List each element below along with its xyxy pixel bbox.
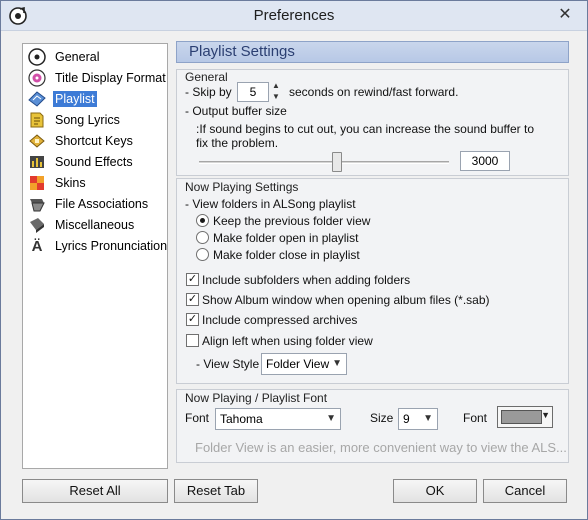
sidebar-item-label: Shortcut Keys [55,134,133,148]
sidebar-item-miscellaneous[interactable]: Miscellaneous [27,215,136,235]
sidebar-item-sound-effects[interactable]: Sound Effects [27,152,135,172]
font-size-value: 9 [403,412,410,426]
sidebar-item-label: Sound Effects [55,155,133,169]
close-button[interactable]: ✕ [553,4,577,26]
sidebar-item-lyrics-pronunciation[interactable]: Ä Lyrics Pronunciation [27,236,169,256]
chevron-down-icon: ▼ [423,413,433,424]
checkbox-align-left[interactable] [186,334,199,347]
font-preview-text: Folder View is an easier, more convenien… [195,440,567,455]
spin-up-icon[interactable]: ▲ [272,81,282,91]
skip-suffix-label: seconds on rewind/fast forward. [289,85,459,99]
radio-make-open[interactable] [196,231,209,244]
sidebar-item-label: Miscellaneous [55,218,135,232]
sidebar: General Title Display Format Playlist So… [22,43,168,469]
keyboard-icon [27,132,47,150]
playlist-icon [27,90,47,108]
page-title: Playlist Settings [189,43,295,60]
radio-make-close-label[interactable]: Make folder close in playlist [213,248,360,262]
view-folders-label: - View folders in ALSong playlist [185,197,356,211]
font-select[interactable]: Tahoma ▼ [215,408,341,430]
sidebar-item-song-lyrics[interactable]: Song Lyrics [27,110,122,130]
window-title: Preferences [253,7,335,24]
ok-button[interactable]: OK [393,479,477,503]
sidebar-item-shortcut-keys[interactable]: Shortcut Keys [27,131,135,151]
skins-icon [27,174,47,192]
radio-keep-previous[interactable] [196,214,209,227]
reset-all-button[interactable]: Reset All [22,479,168,503]
font-color-label: Font [463,411,488,425]
spin-down-icon[interactable]: ▼ [272,92,282,102]
content-header: Playlist Settings [176,41,569,63]
disc-icon [27,48,47,66]
preferences-window: Preferences ✕ General Title Display Form… [0,0,588,520]
font-label: Font [185,411,210,425]
sidebar-item-label: General [55,50,100,64]
buffer-hint-line2: fix the problem. [196,136,279,150]
now-playing-group-title: Now Playing Settings [185,180,299,194]
radio-make-close[interactable] [196,248,209,261]
radio-make-open-label[interactable]: Make folder open in playlist [213,231,358,245]
title-bar: Preferences ✕ [1,1,587,31]
font-size-select[interactable]: 9 ▼ [398,408,438,430]
font-color-button[interactable]: ▼ [497,406,553,428]
view-style-value: Folder View [266,357,330,371]
sidebar-item-label: Lyrics Pronunciation [55,239,168,253]
general-group: General - Skip by 5 ▲ ▼ seconds on rewin… [176,69,569,176]
checkbox-align-left-label[interactable]: Align left when using folder view [202,334,373,348]
radio-keep-previous-label[interactable]: Keep the previous folder view [213,214,370,228]
reset-tab-button[interactable]: Reset Tab [174,479,258,503]
font-value: Tahoma [220,412,263,426]
sidebar-item-label: Title Display Format [55,71,166,85]
checkbox-show-album-window[interactable]: ✓ [186,293,199,306]
chevron-down-icon: ▼ [326,413,336,424]
view-style-select[interactable]: Folder View ▼ [261,353,347,375]
sidebar-item-label: Skins [55,176,86,190]
equalizer-icon [27,153,47,171]
misc-icon [27,216,47,234]
sidebar-item-label: Playlist [53,91,97,107]
size-label: Size [370,411,394,425]
font-group: Now Playing / Playlist Font Font Tahoma … [176,389,569,463]
note-icon [27,111,47,129]
sidebar-item-label: File Associations [55,197,149,211]
file-assoc-icon [27,195,47,213]
buffer-slider-thumb[interactable] [331,152,342,172]
sidebar-item-general[interactable]: General [27,47,101,67]
sidebar-item-title-display-format[interactable]: Title Display Format [27,68,168,88]
buffer-size-input[interactable]: 3000 [460,151,510,171]
buffer-hint-line1: :If sound begins to cut out, you can inc… [196,122,535,136]
checkbox-include-compressed-label[interactable]: Include compressed archives [202,313,357,327]
sidebar-item-label: Song Lyrics [55,113,120,127]
chevron-down-icon: ▼ [332,358,342,369]
checkbox-include-subfolders[interactable]: ✓ [186,273,199,286]
chevron-down-icon: ▼ [541,410,550,420]
buffer-slider-track[interactable] [199,161,449,164]
general-group-title: General [185,70,228,84]
checkbox-show-album-window-label[interactable]: Show Album window when opening album fil… [202,293,490,307]
lyrics-pronunciation-icon: Ä [31,237,43,255]
skip-seconds-input[interactable]: 5 [237,82,269,102]
font-color-swatch [501,410,542,424]
pink-disc-icon [27,69,47,87]
now-playing-group: Now Playing Settings - View folders in A… [176,178,569,384]
sidebar-item-file-associations[interactable]: File Associations [27,194,150,214]
sidebar-item-skins[interactable]: Skins [27,173,88,193]
skip-by-label: - Skip by [185,85,232,99]
view-style-label: - View Style [196,357,260,371]
checkbox-include-subfolders-label[interactable]: Include subfolders when adding folders [202,273,410,287]
buffer-size-label: - Output buffer size [185,104,287,118]
sidebar-item-playlist[interactable]: Playlist [27,89,97,109]
checkbox-include-compressed[interactable]: ✓ [186,313,199,326]
font-group-title: Now Playing / Playlist Font [185,391,328,405]
cancel-button[interactable]: Cancel [483,479,567,503]
